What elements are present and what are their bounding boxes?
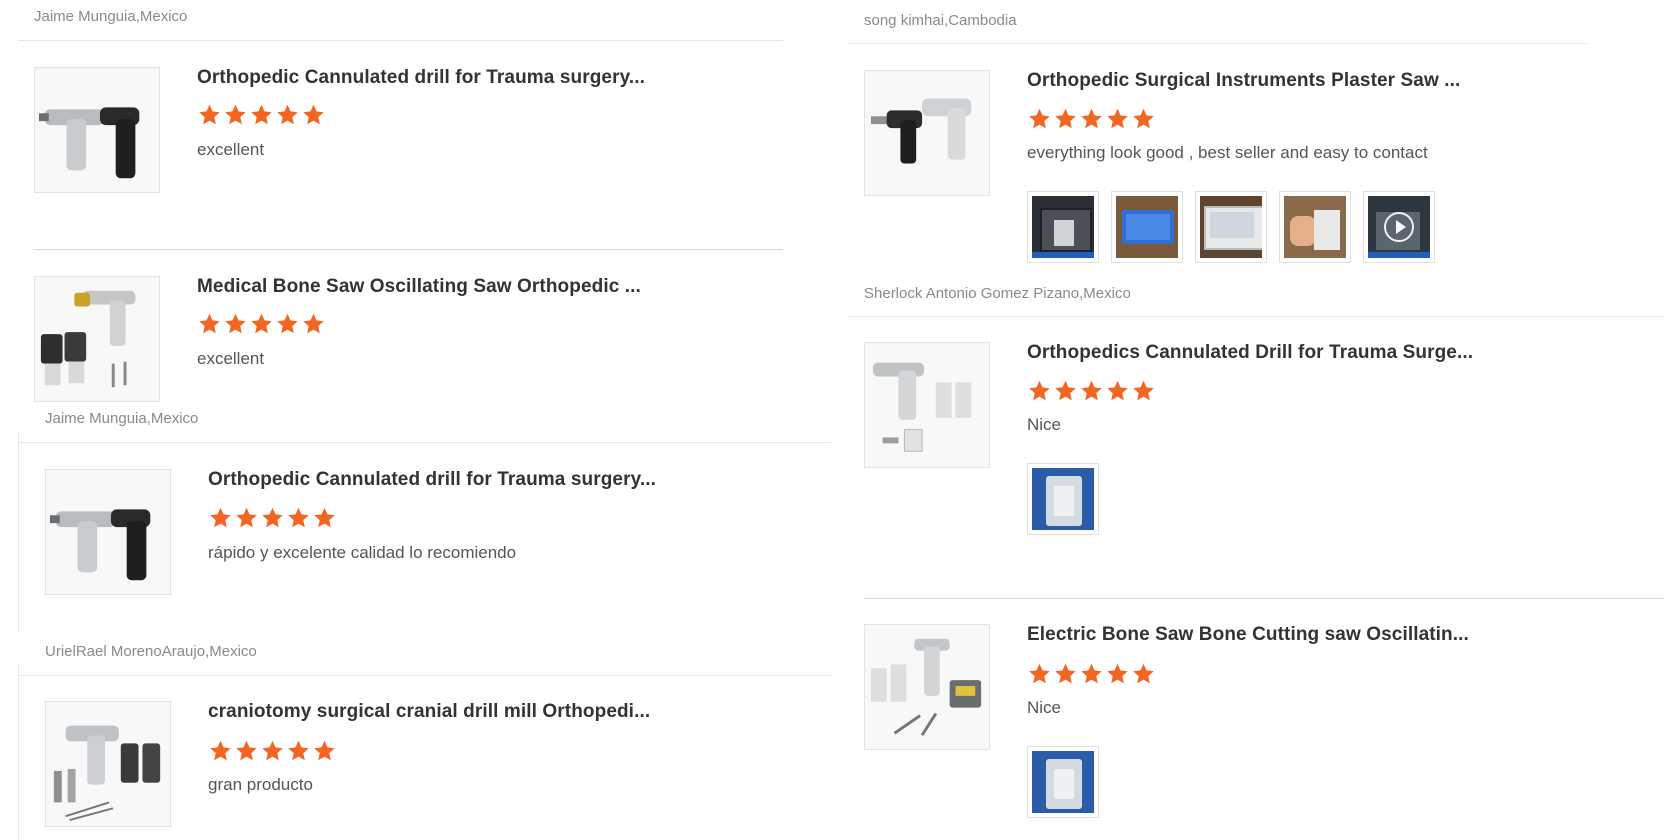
reviewer-name: UrielRael MorenoAraujo,Mexico <box>45 643 257 660</box>
product-title[interactable]: Orthopedic Surgical Instruments Plaster … <box>1027 70 1460 92</box>
star-icon <box>1079 662 1104 686</box>
product-title[interactable]: Orthopedic Cannulated drill for Trauma s… <box>197 67 645 89</box>
star-icon <box>197 103 222 127</box>
review-comment: Nice <box>1027 698 1062 717</box>
review-comment: excellent <box>197 140 265 159</box>
review-photo[interactable] <box>1027 191 1099 263</box>
review-comment: excellent <box>197 349 265 368</box>
cannulated-drill-image <box>46 470 170 594</box>
product-title[interactable]: craniotomy surgical cranial drill mill O… <box>208 701 650 723</box>
star-icon <box>1053 662 1078 686</box>
star-icon <box>197 312 222 336</box>
star-rating <box>197 312 326 336</box>
product-thumbnail[interactable] <box>34 67 160 193</box>
photo-packaged-saw <box>1032 751 1094 813</box>
oscillating-saw-image <box>35 277 159 401</box>
star-icon <box>1131 662 1156 686</box>
video-thumb <box>1368 196 1430 258</box>
product-thumbnail[interactable] <box>864 342 990 468</box>
product-thumbnail[interactable] <box>45 701 171 827</box>
star-icon <box>1079 379 1104 403</box>
star-rating <box>208 739 337 763</box>
star-icon <box>301 103 326 127</box>
star-icon <box>1131 107 1156 131</box>
divider <box>18 664 19 840</box>
bone-saw-set-image <box>865 625 989 749</box>
product-title[interactable]: Medical Bone Saw Oscillating Saw Orthope… <box>197 276 641 298</box>
reviewer-name: song kimhai,Cambodia <box>864 12 1017 29</box>
star-rating <box>197 103 326 127</box>
star-rating <box>1027 379 1156 403</box>
star-rating <box>1027 107 1156 131</box>
photo-case-open <box>1032 196 1094 258</box>
product-title[interactable]: Electric Bone Saw Bone Cutting saw Oscil… <box>1027 624 1469 646</box>
star-icon <box>1105 662 1130 686</box>
divider <box>18 40 783 41</box>
cannulated-drill-set-image <box>865 343 989 467</box>
star-icon <box>286 506 311 530</box>
reviewer-name: Jaime Munguia,Mexico <box>34 8 188 25</box>
star-icon <box>249 103 274 127</box>
product-title[interactable]: Orthopedic Cannulated drill for Trauma s… <box>208 469 656 491</box>
star-icon <box>208 739 233 763</box>
product-title[interactable]: Orthopedics Cannulated Drill for Trauma … <box>1027 342 1473 364</box>
star-icon <box>1079 107 1104 131</box>
divider <box>864 598 1664 599</box>
star-icon <box>1027 662 1052 686</box>
plaster-saw-image <box>865 71 989 195</box>
divider <box>18 442 831 443</box>
star-icon <box>301 312 326 336</box>
star-icon <box>1131 379 1156 403</box>
review-video[interactable] <box>1363 191 1435 263</box>
photo-packaged-drill <box>1032 468 1094 530</box>
divider <box>847 43 1587 44</box>
star-icon <box>260 739 285 763</box>
review-photo[interactable] <box>1027 463 1099 535</box>
photo-hand <box>1284 196 1346 258</box>
product-thumbnail[interactable] <box>864 70 990 196</box>
star-icon <box>234 739 259 763</box>
star-icon <box>260 506 285 530</box>
star-icon <box>223 103 248 127</box>
star-icon <box>312 506 337 530</box>
star-icon <box>1027 107 1052 131</box>
review-comment: everything look good , best seller and e… <box>1027 143 1428 162</box>
product-thumbnail[interactable] <box>34 276 160 402</box>
star-icon <box>286 739 311 763</box>
star-icon <box>234 506 259 530</box>
divider <box>847 316 1664 317</box>
photo-tablet <box>1200 196 1262 258</box>
star-icon <box>275 103 300 127</box>
review-comment: Nice <box>1027 415 1062 434</box>
star-icon <box>223 312 248 336</box>
review-photo[interactable] <box>1111 191 1183 263</box>
star-icon <box>275 312 300 336</box>
star-rating <box>1027 662 1156 686</box>
cannulated-drill-image <box>35 68 159 192</box>
star-icon <box>1105 379 1130 403</box>
reviewer-name: Sherlock Antonio Gomez Pizano,Mexico <box>864 285 1131 302</box>
star-icon <box>1053 379 1078 403</box>
cranial-drill-image <box>46 702 170 826</box>
star-rating <box>208 506 337 530</box>
star-icon <box>1027 379 1052 403</box>
star-icon <box>1105 107 1130 131</box>
photo-case-closed <box>1116 196 1178 258</box>
review-comment: gran producto <box>208 775 313 794</box>
divider <box>34 249 783 250</box>
star-icon <box>1053 107 1078 131</box>
review-photo[interactable] <box>1279 191 1351 263</box>
product-thumbnail[interactable] <box>45 469 171 595</box>
divider <box>18 675 831 676</box>
reviewer-name: Jaime Munguia,Mexico <box>45 410 199 427</box>
review-photo[interactable] <box>1195 191 1267 263</box>
star-icon <box>249 312 274 336</box>
review-photo[interactable] <box>1027 746 1099 818</box>
review-comment: rápido y excelente calidad lo recomiendo <box>208 543 517 562</box>
divider <box>18 432 19 632</box>
play-icon <box>1384 212 1414 242</box>
star-icon <box>312 739 337 763</box>
product-thumbnail[interactable] <box>864 624 990 750</box>
star-icon <box>208 506 233 530</box>
